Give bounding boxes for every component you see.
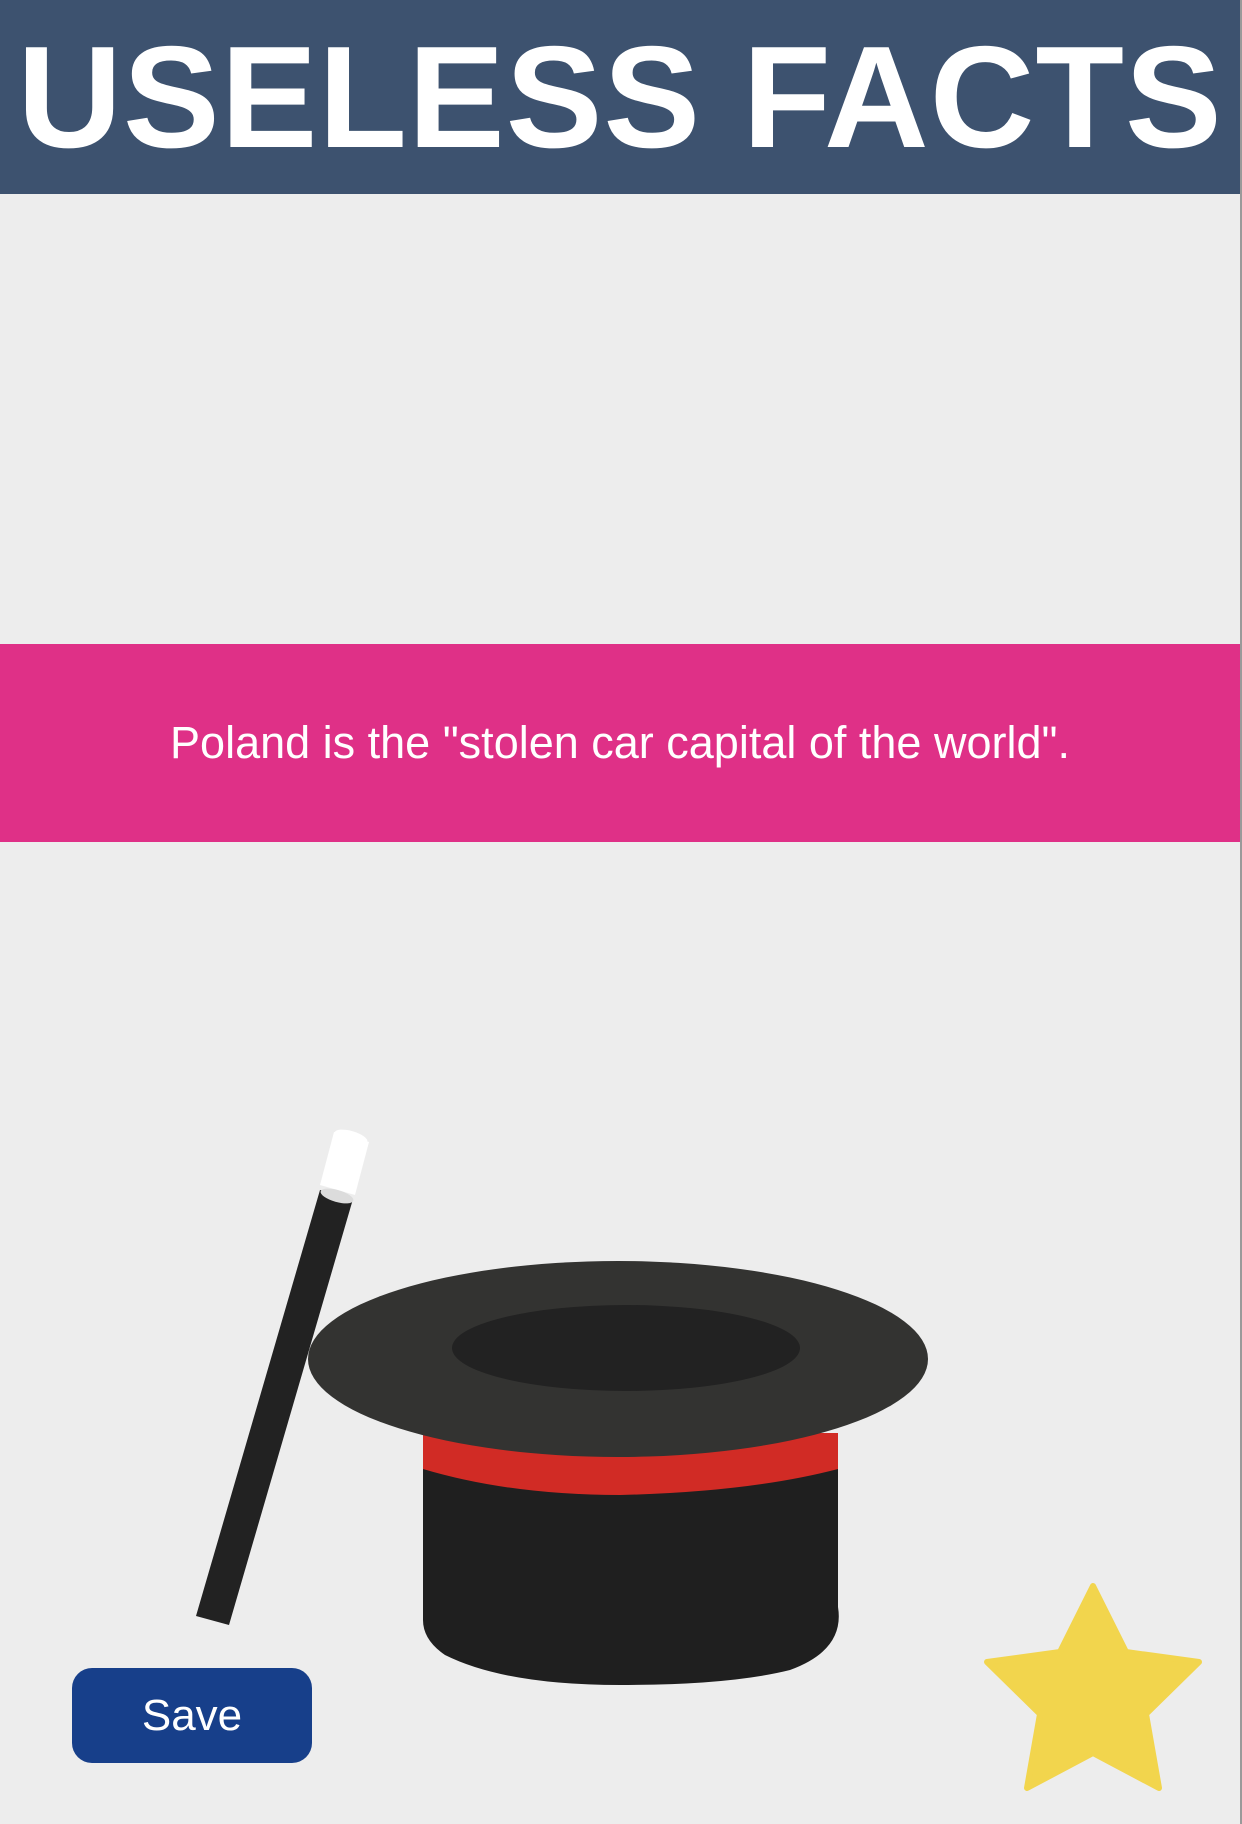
app-header: USELESS FACTS	[0, 0, 1240, 194]
save-button[interactable]: Save	[72, 1668, 312, 1763]
fact-banner: Poland is the "stolen car capital of the…	[0, 644, 1240, 842]
app-title: USELESS FACTS	[17, 15, 1223, 178]
app-screen: USELESS FACTS Poland is the "stolen car …	[0, 0, 1242, 1824]
fact-text: Poland is the "stolen car capital of the…	[170, 717, 1070, 768]
star-icon[interactable]	[983, 1582, 1203, 1792]
top-hat-icon	[308, 1261, 928, 1685]
